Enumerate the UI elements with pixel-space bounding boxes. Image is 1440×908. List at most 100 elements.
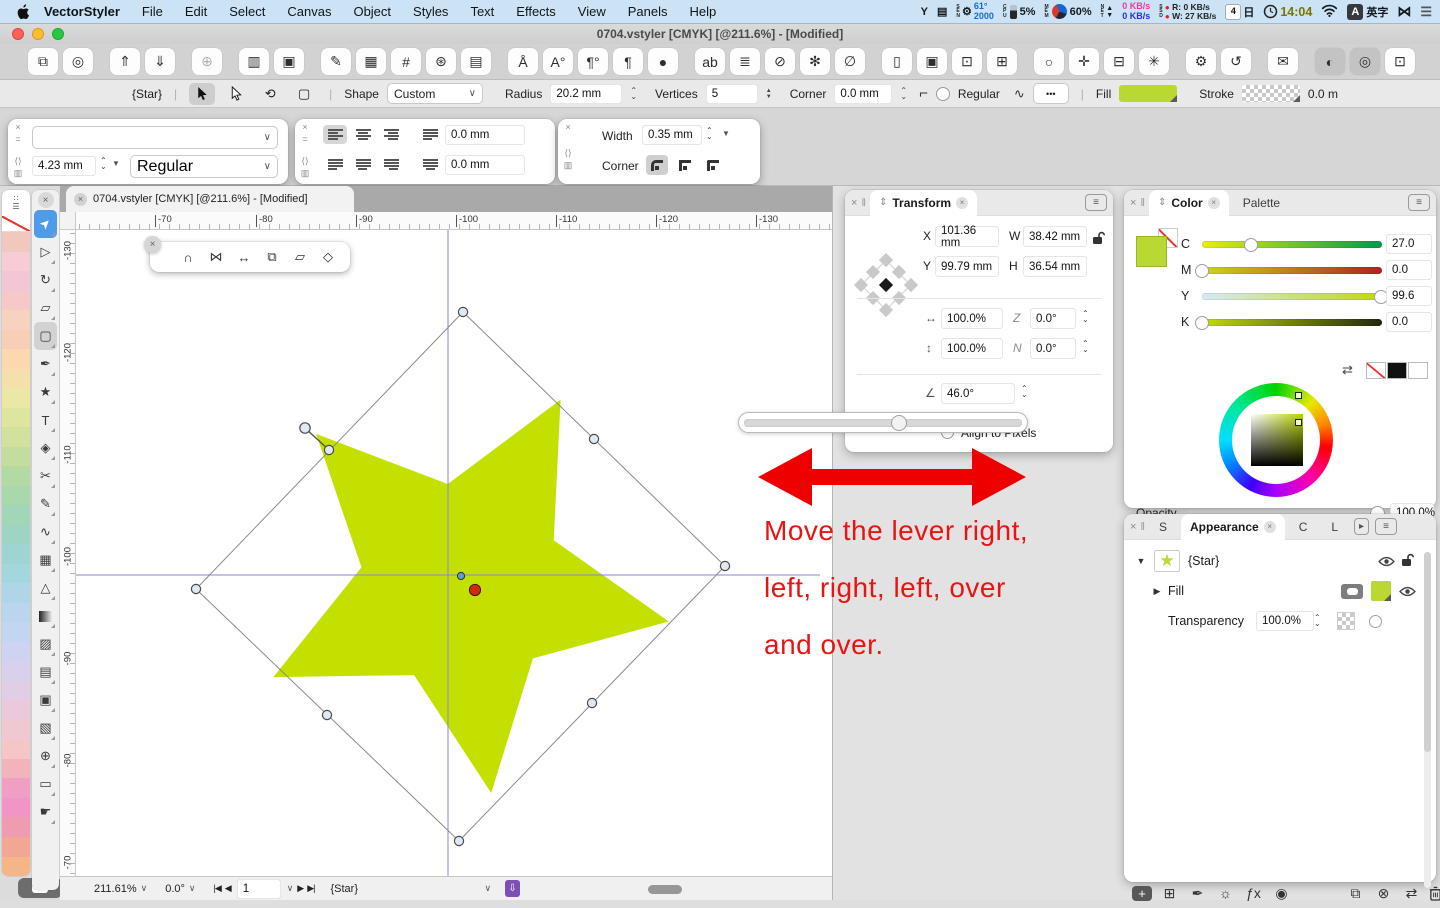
handle-right[interactable] [720,561,729,570]
align-left-button[interactable] [323,125,347,144]
color-swatch[interactable] [2,369,30,389]
shortcuts-icon[interactable]: Y [921,6,928,18]
tab-overflow-button[interactable]: ▸ [1354,518,1369,535]
color-swatch[interactable] [2,330,30,350]
appearance-scrollbar[interactable] [1424,552,1431,888]
corner-input[interactable]: 0.0 mm [834,84,892,104]
close-tab-icon[interactable]: × [1208,197,1220,209]
lasso-select-button[interactable]: ⟲ [257,83,283,105]
snapshot-icon[interactable]: ◉ [1271,883,1292,903]
text-tool[interactable]: T [34,406,57,434]
lock-ratio-icon[interactable] [1092,231,1105,250]
skew-v-input[interactable]: 0.0° [1030,338,1076,359]
close-icon[interactable]: × [38,192,54,208]
truck-icon[interactable]: ⊟ [1104,48,1134,75]
transparency-stepper[interactable]: ⌃⌄ [1314,615,1321,627]
color-swatch[interactable] [2,447,30,467]
perspective-tool[interactable]: △ [34,574,57,602]
network-speed[interactable]: 0 KB/s0 KB/s [1122,2,1150,21]
apple-menu[interactable] [16,4,30,20]
clock-status[interactable]: 14:04 [1263,4,1312,19]
tab-styles[interactable]: S [1149,520,1177,534]
fill-row[interactable]: ▶ Fill [1124,578,1424,604]
color-swatch[interactable] [2,778,30,798]
menu-item[interactable]: Effects [516,4,556,19]
calendar-status[interactable]: 4 日 [1225,4,1254,20]
table-icon[interactable]: ▦ [356,48,386,75]
corner-bevel-button[interactable] [702,155,724,175]
color-swatch[interactable] [2,252,30,272]
no-warichu-icon[interactable]: ∅ [835,48,865,75]
color-swatch[interactable] [2,817,30,837]
smooth-nodes-icon[interactable]: ∿ [1014,86,1025,102]
direct-select-button[interactable] [223,83,249,105]
color-swatch[interactable] [2,232,30,252]
brush-tool[interactable]: ✎ [34,490,57,518]
skew-h-stepper[interactable]: ⌃⌄ [1082,311,1089,323]
grid-icon[interactable]: # [391,48,421,75]
handle-bottomright[interactable] [587,698,596,707]
pattern-tool[interactable]: ▤ [34,658,57,686]
close-icon[interactable]: × [1130,197,1136,209]
paragraph-options-icon[interactable]: ¶° [578,48,608,75]
page-list-icon[interactable]: ∨ [287,883,294,894]
menu-item[interactable]: Text [470,4,494,19]
shapes-tool[interactable]: ▧ [34,714,57,742]
width-icon[interactable]: ↔ [232,246,256,268]
scale-v-input[interactable]: 100.0% [941,338,1003,359]
k-track[interactable] [1202,319,1382,326]
box-20-icon[interactable]: ⊡ [952,48,982,75]
columns-icon[interactable]: ▥ [239,48,269,75]
rotate-tool[interactable]: ↻ [34,266,57,294]
sensor-status[interactable]: S E N ⚙ 61°2000 [956,2,994,21]
color-swatch[interactable] [2,837,30,857]
font-style-select[interactable]: Regular∨ [130,155,278,178]
sv-marker[interactable] [1295,419,1302,426]
horizontal-scrollbar[interactable] [648,885,682,894]
vertical-ruler[interactable]: -130-120-110-100-90-80-70 [60,230,76,876]
menu-item[interactable]: Help [690,4,717,19]
origin-point[interactable] [469,584,480,595]
center-point[interactable] [457,572,464,579]
y-value-input[interactable]: 99.6 [1386,286,1432,306]
bowtie-icon[interactable]: ⋈ [1397,3,1411,20]
journal-icon[interactable]: ▣ [274,48,304,75]
angle-input[interactable]: 46.0° [941,383,1015,404]
knife-tool[interactable]: ✂ [34,462,57,490]
radius-input[interactable]: 20.2 mm [550,84,622,104]
stroke-swatch[interactable] [1242,85,1300,102]
warp-tool[interactable]: ∿ [34,518,57,546]
menu-item[interactable]: Object [353,4,391,19]
mask-tool[interactable]: ▣ [34,686,57,714]
m-value-input[interactable]: 0.0 [1386,260,1432,280]
prev-page-button[interactable]: ◀ [225,883,231,894]
mesh-tool[interactable]: ▦ [34,546,57,574]
x-input[interactable]: 101.36 mm [935,226,999,247]
shape-tool[interactable]: ◈ [34,434,57,462]
page-number-input[interactable]: 1 [237,879,281,899]
tab-transform[interactable]: ⇕Transform× [870,190,977,216]
dock-grip-icon[interactable]: ‖ [861,197,866,209]
pointer-mode-button[interactable] [189,83,215,105]
compass-tool[interactable]: ⊕ [34,742,57,770]
justify-center-button[interactable] [351,155,375,174]
menu-item[interactable]: Styles [413,4,448,19]
align-right-button[interactable] [379,125,403,144]
color-swatch[interactable] [2,739,30,759]
color-swatch[interactable] [2,271,30,291]
color-swatch[interactable] [2,427,30,447]
handle-left[interactable] [191,584,200,593]
vertices-stepper[interactable]: ▲▼ [766,88,772,100]
pointer-tool[interactable]: ➤ [34,210,57,238]
skew-h-input[interactable]: 0.0° [1030,308,1076,329]
font-size-input[interactable]: 4.23 mm [32,156,96,176]
black-color-button[interactable] [1387,362,1407,379]
close-icon[interactable]: × [144,236,161,253]
blob-icon[interactable]: ● [648,48,678,75]
clipboard-status-icon[interactable]: ▤ [937,5,947,18]
effect-icon[interactable]: ☼ [1215,883,1236,903]
network-status[interactable]: N E T ▲▼ [1101,5,1114,19]
ruby-doc-icon[interactable]: ≣ [730,48,760,75]
hue-marker[interactable] [1295,392,1302,399]
rotation-handle[interactable] [300,423,310,433]
